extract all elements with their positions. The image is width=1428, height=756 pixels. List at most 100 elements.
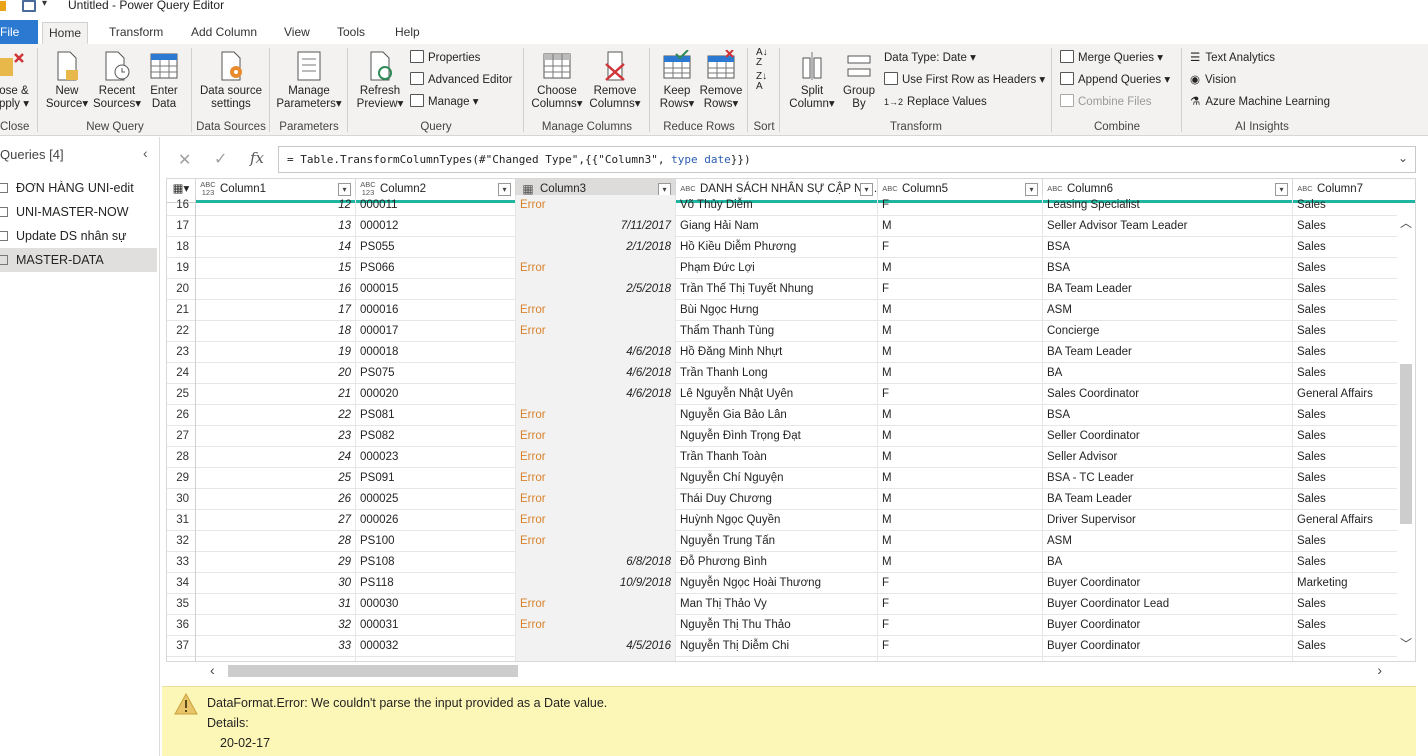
table-cell[interactable]: 7/11/2017: [516, 216, 676, 237]
table-cell[interactable]: F: [878, 384, 1043, 405]
group-by-button[interactable]: Group By: [838, 50, 880, 111]
calendar-icon[interactable]: ▦: [518, 183, 538, 195]
table-cell[interactable]: M: [878, 552, 1043, 573]
data-type-icon[interactable]: ABC: [1045, 184, 1065, 193]
query-item[interactable]: Update DS nhân sự: [0, 224, 157, 248]
table-row[interactable]: 22 18 000017 Error Thẩm Thanh Tùng M Concierge…: [167, 321, 1415, 342]
table-cell[interactable]: 000020: [356, 384, 516, 405]
table-cell[interactable]: 2/5/2018: [516, 279, 676, 300]
table-cell[interactable]: Nguyễn Chí Nguyện: [676, 468, 878, 489]
table-cell[interactable]: BSA: [1043, 405, 1293, 426]
split-column-button[interactable]: Split Column▾: [786, 50, 838, 111]
table-cell[interactable]: 31: [196, 594, 356, 615]
vertical-scrollbar[interactable]: ︿ ﹀: [1397, 212, 1415, 660]
query-item[interactable]: ĐƠN HÀNG UNI-edit: [0, 176, 157, 200]
table-cell[interactable]: Nguyễn Ngọc Hoài Thương: [676, 573, 878, 594]
scroll-up-icon[interactable]: ︿: [1400, 214, 1412, 231]
table-row[interactable]: 29 25 PS091 Error Nguyễn Chí Nguyện M BSA - TC…: [167, 468, 1415, 489]
table-cell[interactable]: 20: [196, 363, 356, 384]
azure-ml-button[interactable]: ⚗ Azure Machine Learning: [1190, 92, 1330, 112]
table-cell[interactable]: 000011: [356, 195, 516, 216]
enter-data-button[interactable]: Enter Data: [142, 50, 186, 111]
scroll-down-icon[interactable]: ﹀: [1400, 635, 1412, 652]
table-cell[interactable]: 30: [196, 573, 356, 594]
table-cell[interactable]: BSA: [1043, 237, 1293, 258]
table-cell[interactable]: 10/9/2018: [516, 573, 676, 594]
table-cell[interactable]: Driver Supervisor: [1043, 510, 1293, 531]
table-cell[interactable]: PS081: [356, 405, 516, 426]
table-cell[interactable]: Nguyễn Trung Tấn: [676, 531, 878, 552]
table-cell[interactable]: Buyer Coordinator: [1043, 573, 1293, 594]
table-cell[interactable]: 13: [196, 216, 356, 237]
table-row[interactable]: 37 33 000032 4/5/2016 Nguyễn Thị Diễm Chi F Bu…: [167, 636, 1415, 657]
error-cell[interactable]: Error: [516, 489, 676, 510]
scroll-right-icon[interactable]: ›: [1377, 662, 1382, 678]
table-cell[interactable]: 2/1/2018: [516, 237, 676, 258]
table-cell[interactable]: 000017: [356, 321, 516, 342]
replace-values-button[interactable]: 1→2 Replace Values: [884, 92, 987, 112]
table-cell[interactable]: 33: [196, 636, 356, 657]
table-cell[interactable]: 29: [196, 552, 356, 573]
table-cell[interactable]: ASM: [1043, 300, 1293, 321]
table-cell[interactable]: PS091: [356, 468, 516, 489]
table-cell[interactable]: M: [878, 342, 1043, 363]
formula-input[interactable]: = Table.TransformColumnTypes(#"Changed T…: [278, 146, 1416, 173]
manage-parameters-button[interactable]: Manage Parameters▾: [272, 50, 346, 111]
table-row[interactable]: 16 12 000011 Error Võ Thủy Diễm F Leasing Spec…: [167, 195, 1415, 216]
vertical-scroll-thumb[interactable]: [1400, 364, 1412, 524]
table-cell[interactable]: Seller Advisor: [1043, 447, 1293, 468]
properties-button[interactable]: Properties: [410, 48, 480, 68]
error-cell[interactable]: Error: [516, 615, 676, 636]
remove-columns-button[interactable]: Remove Columns▾: [586, 50, 644, 111]
error-cell[interactable]: Error: [516, 258, 676, 279]
table-cell[interactable]: 22: [196, 405, 356, 426]
expand-formula-icon[interactable]: ⌄: [1398, 151, 1408, 165]
fx-icon[interactable]: fx: [250, 149, 264, 167]
horizontal-scrollbar[interactable]: ‹ ›: [196, 662, 1396, 680]
tab-add-column[interactable]: Add Column: [185, 22, 263, 44]
table-row[interactable]: 35 31 000030 Error Man Thị Thảo Vy F Buyer Coo…: [167, 594, 1415, 615]
table-cell[interactable]: PS108: [356, 552, 516, 573]
table-cell[interactable]: 000015: [356, 279, 516, 300]
table-cell[interactable]: 25: [196, 468, 356, 489]
table-row[interactable]: 36 32 000031 Error Nguyễn Thị Thu Thảo F Buyer…: [167, 615, 1415, 636]
table-cell[interactable]: Seller Advisor Team Leader: [1043, 216, 1293, 237]
table-row[interactable]: 25 21 000020 4/6/2018 Lê Nguyễn Nhật Uyên F Sa…: [167, 384, 1415, 405]
merge-queries-button[interactable]: Merge Queries ▾: [1060, 48, 1163, 68]
table-cell[interactable]: Phạm Đức Lợi: [676, 258, 878, 279]
error-cell[interactable]: Error: [516, 447, 676, 468]
table-cell[interactable]: 14: [196, 237, 356, 258]
table-cell[interactable]: M: [878, 405, 1043, 426]
table-cell[interactable]: Bùi Ngọc Hưng: [676, 300, 878, 321]
table-cell[interactable]: 21: [196, 384, 356, 405]
table-cell[interactable]: Nguyễn Thị Thu Thảo: [676, 615, 878, 636]
combine-files-button[interactable]: Combine Files: [1060, 92, 1152, 112]
table-cell[interactable]: BSA - TC Leader: [1043, 468, 1293, 489]
table-cell[interactable]: BA Team Leader: [1043, 489, 1293, 510]
tab-tools[interactable]: Tools: [331, 22, 371, 44]
table-cell[interactable]: 6/8/2018: [516, 552, 676, 573]
table-cell[interactable]: Buyer Coordinator: [1043, 636, 1293, 657]
table-cell[interactable]: 17: [196, 300, 356, 321]
table-cell[interactable]: Lê Nguyễn Nhật Uyên: [676, 384, 878, 405]
table-cell[interactable]: 000018: [356, 342, 516, 363]
data-type-icon[interactable]: ABC: [678, 184, 698, 193]
table-cell[interactable]: PS066: [356, 258, 516, 279]
table-cell[interactable]: 15: [196, 258, 356, 279]
table-row[interactable]: 30 26 000025 Error Thái Duy Chương M BA Team L…: [167, 489, 1415, 510]
table-cell[interactable]: 27: [196, 510, 356, 531]
table-cell[interactable]: M: [878, 489, 1043, 510]
sort-descending-icon[interactable]: Z↓ A: [756, 72, 767, 92]
table-cell[interactable]: M: [878, 468, 1043, 489]
table-cell[interactable]: BA: [1043, 552, 1293, 573]
vision-button[interactable]: ◉ Vision: [1190, 70, 1236, 90]
table-cell[interactable]: Buyer Coordinator: [1043, 615, 1293, 636]
table-cell[interactable]: Sales Coordinator: [1043, 384, 1293, 405]
table-cell[interactable]: Concierge: [1043, 321, 1293, 342]
tab-view[interactable]: View: [278, 22, 316, 44]
error-cell[interactable]: Error: [516, 321, 676, 342]
table-cell[interactable]: 16: [196, 279, 356, 300]
table-cell[interactable]: ASM: [1043, 531, 1293, 552]
append-queries-button[interactable]: Append Queries ▾: [1060, 70, 1170, 90]
table-cell[interactable]: Nguyễn Gia Bảo Lân: [676, 405, 878, 426]
